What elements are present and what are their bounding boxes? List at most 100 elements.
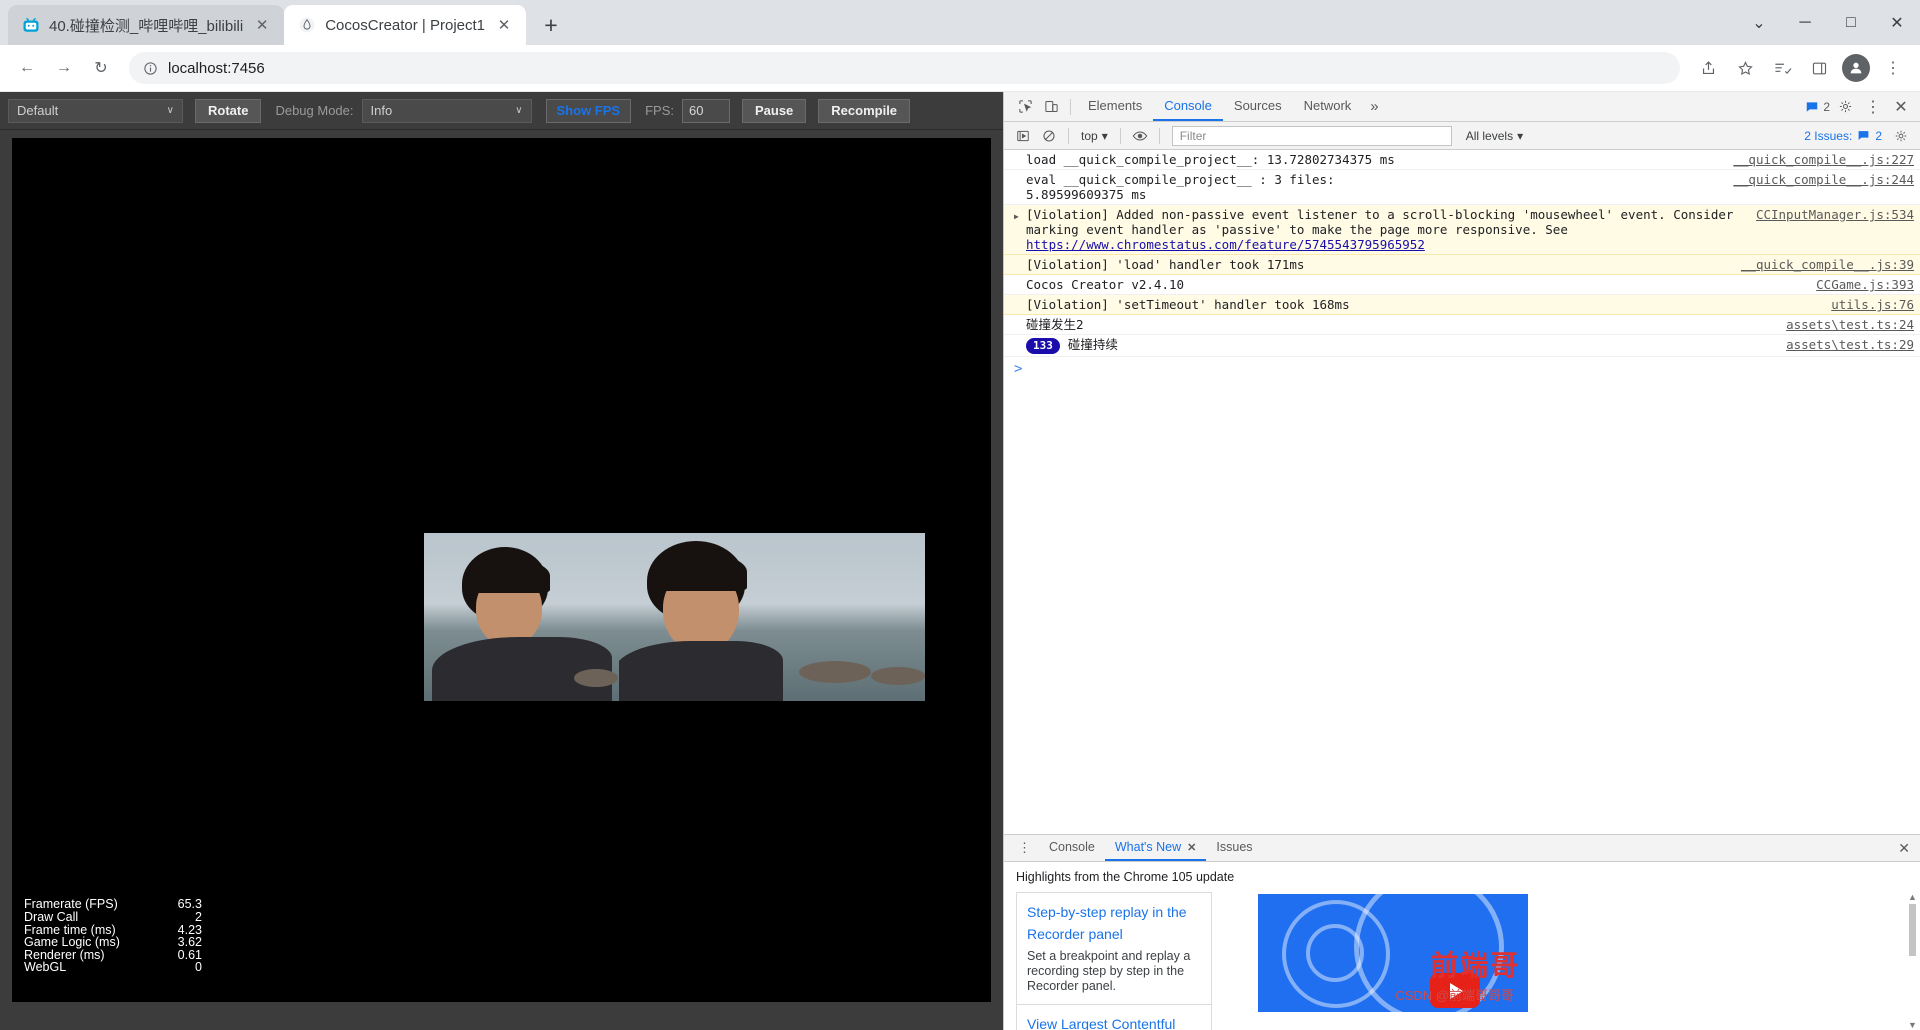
console-line-text: [Violation] Added non-passive event list… [1026, 207, 1741, 252]
scroll-up-icon[interactable]: ▲ [1908, 892, 1917, 902]
divider [1068, 127, 1069, 144]
sprite-photo-right[interactable] [619, 533, 925, 701]
avatar-icon[interactable] [1842, 54, 1870, 82]
tab-close-icon[interactable]: ✕ [252, 15, 272, 35]
expand-triangle-icon[interactable]: ▶ [1014, 209, 1019, 224]
console-line[interactable]: 133 碰撞持续 assets\test.ts:29 [1004, 335, 1920, 357]
card-title[interactable]: Step-by-step replay in the Recorder pane… [1027, 901, 1201, 945]
clear-console-icon[interactable] [1036, 123, 1062, 149]
console-line[interactable]: Cocos Creator v2.4.10 CCGame.js:393 [1004, 275, 1920, 295]
console-line-source[interactable]: __quick_compile__.js:39 [1741, 257, 1914, 272]
stat-row: Game Logic (ms) 3.62 [24, 936, 202, 949]
star-icon[interactable] [1728, 51, 1762, 85]
console-line[interactable]: eval __quick_compile_project__ : 3 files… [1004, 170, 1920, 205]
card-title[interactable]: View Largest Contentful [1027, 1013, 1201, 1030]
address-bar[interactable]: localhost:7456 [129, 52, 1680, 84]
console-prompt[interactable]: > [1004, 357, 1920, 381]
device-select[interactable]: Default ∨ [8, 98, 183, 123]
devtools-menu-icon[interactable]: ⋮ [1860, 94, 1886, 120]
new-tab-button[interactable]: + [534, 8, 568, 42]
browser-tab-bilibili[interactable]: 40.碰撞检测_哔哩哔哩_bilibili ✕ [8, 5, 285, 45]
scroll-down-icon[interactable]: ▼ [1908, 1020, 1917, 1030]
drawer-close-icon[interactable]: ✕ [1888, 840, 1920, 857]
divider [1070, 98, 1071, 115]
console-line[interactable]: [Violation] 'setTimeout' handler took 16… [1004, 295, 1920, 315]
drawer-tab-label: What's New [1114, 840, 1182, 854]
drawer-tab-issues[interactable]: Issues [1206, 835, 1262, 861]
console-settings-icon[interactable] [1888, 123, 1914, 149]
drawer-menu-icon[interactable]: ⋮ [1010, 840, 1039, 856]
console-line-source[interactable]: CCInputManager.js:534 [1756, 207, 1914, 222]
info-circle-icon[interactable] [143, 61, 158, 76]
game-canvas[interactable]: Framerate (FPS) 65.3 Draw Call 2 Frame t… [12, 138, 991, 1002]
drawer-tab-whats-new[interactable]: What's New ✕ [1104, 835, 1207, 861]
console-line[interactable]: 碰撞发生2 assets\test.ts:24 [1004, 315, 1920, 335]
devtools-close-icon[interactable]: ✕ [1888, 94, 1914, 120]
execute-snippet-icon[interactable] [1010, 123, 1036, 149]
forward-icon[interactable]: → [47, 51, 81, 85]
maximize-icon[interactable]: □ [1828, 0, 1874, 45]
console-line-source[interactable]: __quick_compile__.js:244 [1733, 172, 1914, 187]
device-toolbar-icon[interactable] [1038, 94, 1064, 120]
address-bar-text[interactable]: localhost:7456 [168, 60, 265, 77]
console-line[interactable]: [Violation] 'load' handler took 171ms __… [1004, 255, 1920, 275]
browser-menu-icon[interactable]: ⋮ [1876, 51, 1910, 85]
side-panel-icon[interactable] [1802, 51, 1836, 85]
message-count-badge[interactable]: 2 [1805, 100, 1830, 114]
recompile-button[interactable]: Recompile [818, 98, 911, 123]
console-prompt-symbol: > [1014, 361, 1023, 377]
window-close-icon[interactable]: ✕ [1874, 0, 1920, 45]
whats-new-video-thumbnail[interactable]: 前端哥 CSDN @前端哥哥哥 [1258, 894, 1528, 1012]
window-controls: ⌄ ─ □ ✕ [1736, 0, 1920, 45]
console-filter-bar: top ▾ Filter All levels ▾ 2 Issues: 2 [1004, 122, 1920, 150]
log-level-select[interactable]: All levels ▾ [1458, 129, 1531, 143]
back-icon[interactable]: ← [10, 51, 44, 85]
sprite-photo-left[interactable] [424, 533, 619, 701]
console-line[interactable]: load __quick_compile_project__: 13.72802… [1004, 150, 1920, 170]
browser-tab-cocoscreator[interactable]: CocosCreator | Project1 ✕ [284, 5, 527, 45]
console-filter-input[interactable]: Filter [1171, 125, 1452, 146]
console-line[interactable]: ▶ [Violation] Added non-passive event li… [1004, 205, 1920, 255]
console-line-link[interactable]: https://www.chromestatus.com/feature/574… [1026, 237, 1425, 252]
rotate-button[interactable]: Rotate [195, 98, 262, 123]
issues-label: 2 Issues: [1804, 128, 1853, 143]
console-line-source[interactable]: assets\test.ts:29 [1786, 337, 1914, 352]
inspect-element-icon[interactable] [1012, 94, 1038, 120]
gear-icon[interactable] [1832, 94, 1858, 120]
console-line-source[interactable]: assets\test.ts:24 [1786, 317, 1914, 332]
live-expression-icon[interactable] [1127, 123, 1153, 149]
minimize-icon[interactable]: ─ [1782, 0, 1828, 45]
drawer-tab-close-icon[interactable]: ✕ [1187, 841, 1196, 854]
whats-new-card[interactable]: Step-by-step replay in the Recorder pane… [1016, 892, 1212, 1005]
issues-chip[interactable]: 2 Issues: 2 [1798, 129, 1888, 143]
drawer-scrollbar[interactable]: ▲ ▼ [1907, 892, 1918, 1030]
scrollbar-thumb[interactable] [1909, 904, 1916, 956]
console-line-source[interactable]: __quick_compile__.js:227 [1733, 152, 1914, 167]
show-fps-button[interactable]: Show FPS [545, 98, 632, 123]
tab-close-icon[interactable]: ✕ [494, 15, 514, 35]
share-icon[interactable] [1691, 51, 1725, 85]
tab-elements[interactable]: Elements [1077, 92, 1153, 121]
tab-network[interactable]: Network [1293, 92, 1363, 121]
console-line-source[interactable]: CCGame.js:393 [1816, 277, 1914, 292]
console-messages[interactable]: load __quick_compile_project__: 13.72802… [1004, 150, 1920, 834]
cocos-preview-toolbar: Default ∨ Rotate Debug Mode: Info ∨ Show… [0, 92, 1003, 130]
whats-new-card-list: Step-by-step replay in the Recorder pane… [1016, 892, 1212, 1030]
pause-button[interactable]: Pause [741, 98, 807, 123]
whats-new-card[interactable]: View Largest Contentful [1016, 1005, 1212, 1030]
devtools-tabbar-actions: 2 ⋮ ✕ [1805, 94, 1920, 120]
reload-icon[interactable]: ↻ [84, 51, 118, 85]
console-context-select[interactable]: top ▾ [1075, 129, 1114, 143]
drawer-tab-console[interactable]: Console [1039, 835, 1105, 861]
more-tabs-icon[interactable]: » [1362, 98, 1386, 115]
stat-row: WebGL 0 [24, 961, 202, 974]
debug-mode-select[interactable]: Info ∨ [361, 98, 532, 123]
tab-sources[interactable]: Sources [1223, 92, 1293, 121]
chevron-down-icon: ∨ [515, 105, 523, 116]
reading-list-icon[interactable] [1765, 51, 1799, 85]
console-line-source[interactable]: utils.js:76 [1831, 297, 1914, 312]
tab-search-icon[interactable]: ⌄ [1736, 0, 1782, 45]
fps-input[interactable]: 60 [681, 98, 730, 123]
avatar[interactable] [1839, 51, 1873, 85]
tab-console[interactable]: Console [1153, 92, 1223, 121]
